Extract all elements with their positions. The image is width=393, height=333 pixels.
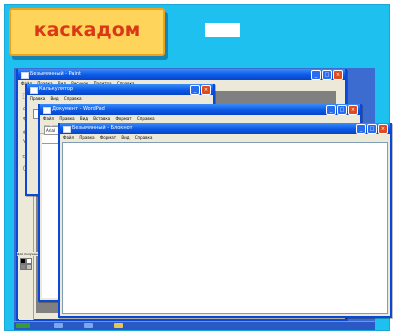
- menu-file[interactable]: Файл: [43, 116, 54, 121]
- minimize-button[interactable]: _: [190, 85, 200, 95]
- menu-file[interactable]: Файл: [63, 135, 74, 140]
- close-button[interactable]: ×: [348, 105, 358, 115]
- menu-help[interactable]: Справка: [137, 116, 155, 121]
- color-swatch[interactable]: [26, 264, 32, 270]
- paint-titlebar[interactable]: Безымянный - Paint _ □ ×: [18, 69, 345, 80]
- notepad-titlebar[interactable]: Безымянный - Блокнот _ □ ×: [60, 123, 390, 134]
- menu-help[interactable]: Справка: [64, 96, 82, 101]
- menu-edit[interactable]: Правка: [79, 135, 94, 140]
- paint-status-text: Для получения справки выберите: [17, 252, 39, 256]
- calculator-titlebar[interactable]: Калькулятор _ ×: [27, 84, 213, 95]
- menu-view[interactable]: Вид: [80, 116, 88, 121]
- taskbar: [14, 321, 375, 330]
- wordpad-title: Документ - WordPad: [52, 106, 105, 112]
- notepad-menubar: Файл Правка Формат Вид Справка: [60, 134, 390, 142]
- taskbar-button[interactable]: [54, 323, 63, 328]
- notepad-window[interactable]: Безымянный - Блокнот _ □ × Файл Правка Ф…: [58, 123, 392, 318]
- maximize-button[interactable]: □: [337, 105, 347, 115]
- notepad-text-area[interactable]: [62, 142, 388, 314]
- close-button[interactable]: ×: [378, 124, 388, 134]
- close-button[interactable]: ×: [333, 70, 343, 80]
- taskbar-button[interactable]: [84, 323, 93, 328]
- calculator-menubar: Правка Вид Справка: [27, 95, 213, 103]
- menu-help[interactable]: Справка: [135, 135, 153, 140]
- calculator-title: Калькулятор: [39, 86, 74, 92]
- wordpad-app-icon: [43, 107, 51, 114]
- menu-view[interactable]: Вид: [51, 96, 59, 101]
- start-button[interactable]: [16, 323, 30, 328]
- slide-title-box: каскадом: [9, 8, 165, 56]
- color-palette: [20, 258, 34, 270]
- paint-canvas[interactable]: [205, 23, 240, 37]
- slide-title: каскадом: [33, 19, 141, 41]
- wordpad-titlebar[interactable]: Документ - WordPad _ □ ×: [40, 104, 360, 115]
- menu-edit[interactable]: Правка: [30, 96, 45, 101]
- menu-edit[interactable]: Правка: [59, 116, 74, 121]
- maximize-button[interactable]: □: [322, 70, 332, 80]
- minimize-button[interactable]: _: [311, 70, 321, 80]
- notepad-app-icon: [63, 126, 71, 133]
- calculator-app-icon: [30, 87, 38, 94]
- taskbar-button[interactable]: [114, 323, 123, 328]
- menu-format[interactable]: Формат: [100, 135, 116, 140]
- notepad-title: Безымянный - Блокнот: [72, 125, 133, 131]
- close-button[interactable]: ×: [201, 85, 211, 95]
- minimize-button[interactable]: _: [326, 105, 336, 115]
- paint-title: Безымянный - Paint: [30, 71, 81, 77]
- menu-insert[interactable]: Вставка: [93, 116, 110, 121]
- maximize-button[interactable]: □: [367, 124, 377, 134]
- paint-app-icon: [21, 72, 29, 79]
- menu-format[interactable]: Формат: [115, 116, 131, 121]
- minimize-button[interactable]: _: [356, 124, 366, 134]
- wordpad-menubar: Файл Правка Вид Вставка Формат Справка: [40, 115, 360, 123]
- menu-view[interactable]: Вид: [121, 135, 129, 140]
